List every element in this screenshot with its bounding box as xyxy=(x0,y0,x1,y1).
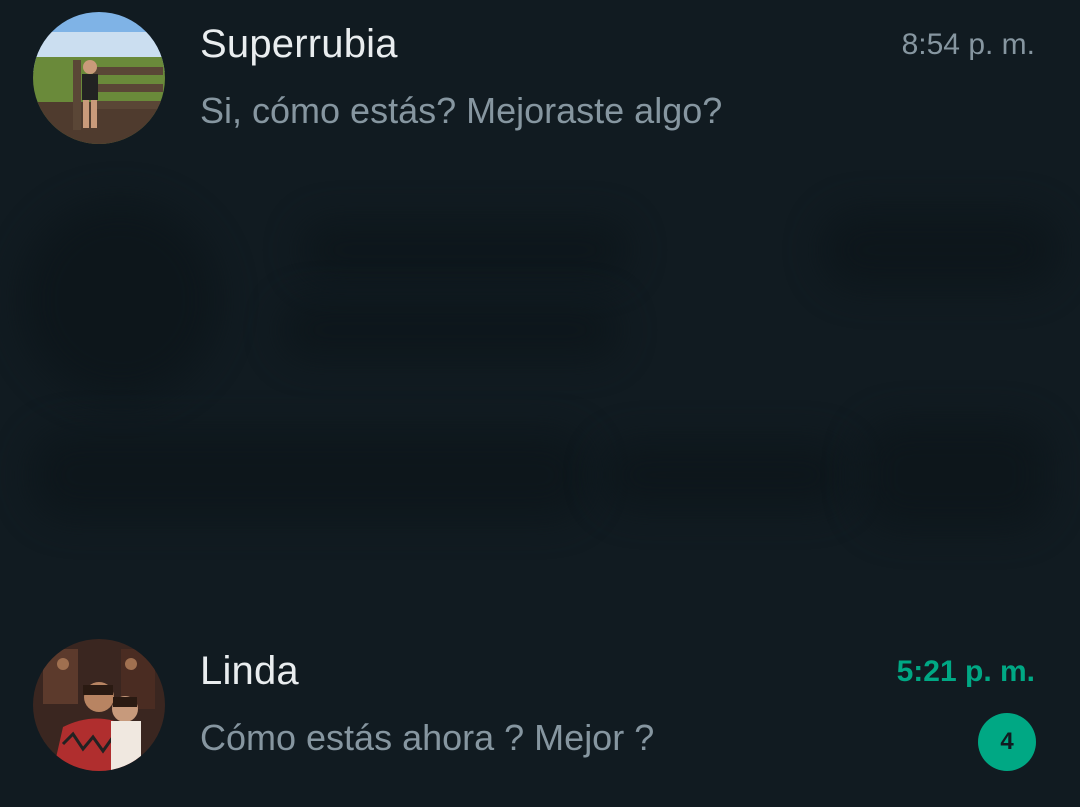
contact-name: Linda xyxy=(200,649,299,693)
last-message-preview: Cómo estás ahora ? Mejor ? xyxy=(200,717,655,758)
last-message-preview: Si, cómo estás? Mejoraste algo? xyxy=(200,90,723,131)
avatar[interactable] xyxy=(33,639,165,771)
chat-item-superrubia[interactable]: Superrubia 8:54 p. m. Si, cómo estás? Me… xyxy=(0,2,1080,152)
avatar[interactable] xyxy=(33,12,165,144)
unread-count-badge: 4 xyxy=(978,713,1036,771)
message-time: 5:21 p. m. xyxy=(896,655,1035,688)
contact-name: Superrubia xyxy=(200,22,398,66)
chat-item-linda[interactable]: Linda 5:21 p. m. Cómo estás ahora ? Mejo… xyxy=(0,629,1080,779)
chat-list: Superrubia 8:54 p. m. Si, cómo estás? Me… xyxy=(0,0,1080,807)
blurred-chat-items xyxy=(0,160,1080,600)
message-time: 8:54 p. m. xyxy=(901,28,1035,61)
